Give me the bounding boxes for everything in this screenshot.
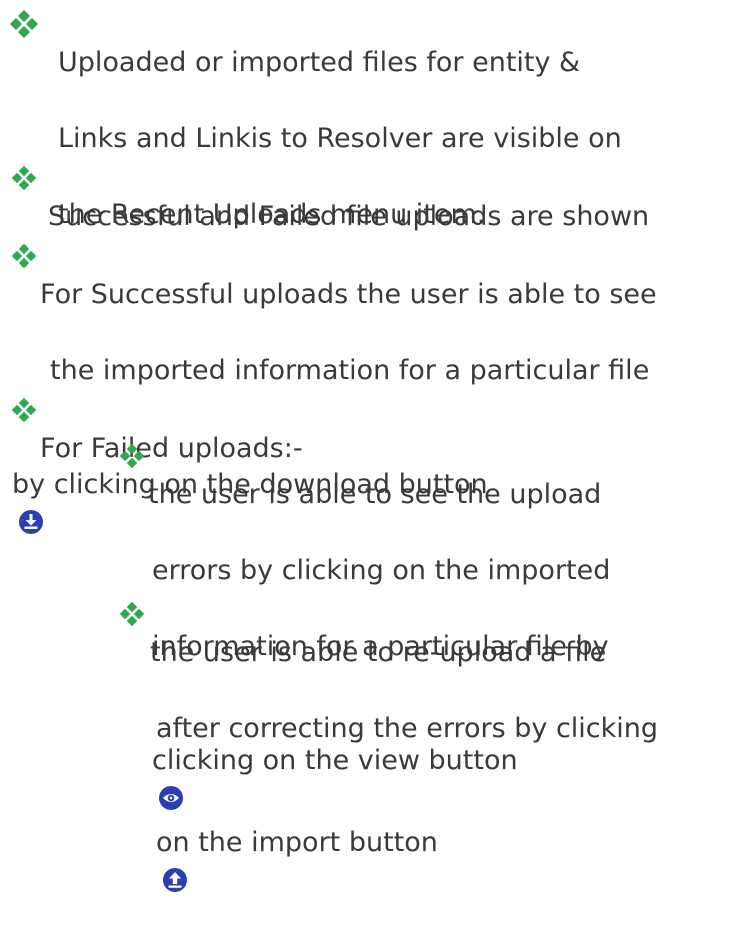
bullet-line: Links and Linkis to Resolver are visible… — [58, 123, 622, 154]
download-icon[interactable] — [18, 509, 44, 535]
bullet-line: the user is able to re-upload a file — [150, 637, 607, 668]
bullet-line: Uploaded or imported files for entity & — [58, 47, 581, 78]
bullet-line: the user is able to see the upload — [148, 479, 602, 510]
diamond-bullet-icon — [11, 165, 37, 191]
diamond-bullet-icon — [10, 10, 38, 38]
bullet-text: the user is able to re-upload a file aft… — [150, 596, 658, 938]
bullet-line: errors by clicking on the imported — [152, 555, 611, 586]
bullet-line: Successful and Failed file uploads are s… — [48, 201, 650, 232]
import-upload-icon[interactable] — [162, 867, 188, 893]
sub-bullet-item-2: the user is able to re-upload a file aft… — [118, 596, 734, 938]
bullet-line: For Successful uploads the user is able … — [40, 279, 657, 310]
bullet-line: the imported information for a particula… — [50, 355, 650, 386]
diamond-bullet-icon — [11, 243, 37, 269]
diamond-bullet-icon — [119, 601, 145, 627]
bullet-line-with-icon: on the import button — [156, 786, 658, 900]
bullet-line: on the import button — [156, 827, 438, 858]
diamond-bullet-icon — [11, 397, 37, 423]
diamond-bullet-icon — [119, 443, 145, 469]
bullet-line: after correcting the errors by clicking — [156, 713, 659, 744]
